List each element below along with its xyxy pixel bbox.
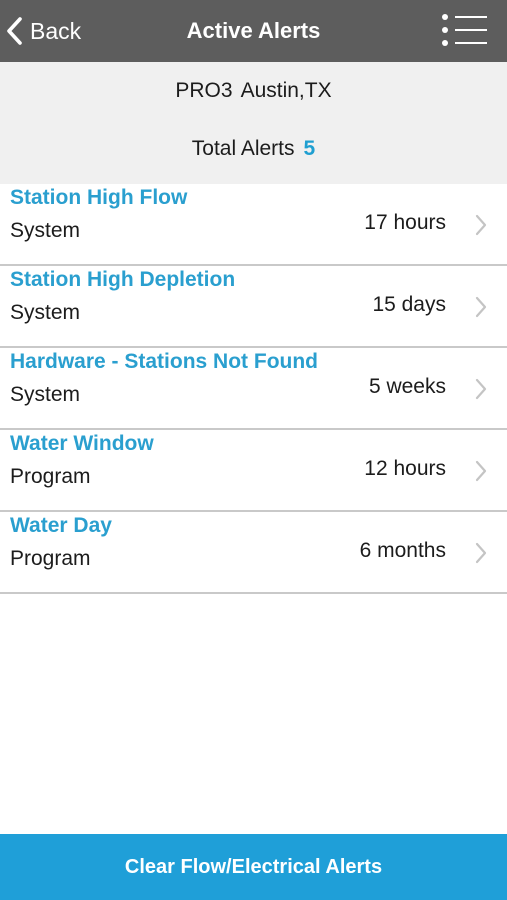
alert-title: Water Day xyxy=(10,514,112,537)
alert-category: System xyxy=(10,301,81,324)
alert-list: Station High Flow System 17 hours Statio… xyxy=(0,184,507,594)
total-alerts-label: Total Alerts xyxy=(191,137,295,160)
alert-category: System xyxy=(10,219,81,242)
total-alerts-line: Total Alerts 5 xyxy=(0,134,507,164)
alert-category: Program xyxy=(10,547,91,570)
alerts-summary: PRO3 Austin,TX Total Alerts 5 xyxy=(0,62,507,184)
alert-age: 15 days xyxy=(372,293,446,316)
menu-button[interactable] xyxy=(441,13,489,49)
back-label: Back xyxy=(30,17,82,44)
controller-location: Austin,TX xyxy=(240,79,332,102)
total-alerts-count: 5 xyxy=(303,137,316,160)
alert-category: System xyxy=(10,383,81,406)
alert-age: 17 hours xyxy=(364,211,446,234)
alert-title: Hardware - Stations Not Found xyxy=(10,350,319,373)
chevron-right-icon xyxy=(475,378,487,400)
alert-row[interactable]: Water Day Program 6 months xyxy=(0,512,507,594)
alert-age: 12 hours xyxy=(364,457,446,480)
alert-row[interactable]: Water Window Program 12 hours xyxy=(0,430,507,512)
controller-name: PRO3 xyxy=(175,79,233,102)
chevron-right-icon xyxy=(475,542,487,564)
alert-title: Water Window xyxy=(10,432,154,455)
back-button[interactable]: Back xyxy=(6,0,81,62)
alert-category: Program xyxy=(10,465,91,488)
chevron-right-icon xyxy=(475,214,487,236)
chevron-right-icon xyxy=(475,296,487,318)
alert-row[interactable]: Station High Depletion System 15 days xyxy=(0,266,507,348)
navigation-bar: Back Active Alerts xyxy=(0,0,507,62)
alert-age: 5 weeks xyxy=(368,375,446,398)
alert-age: 6 months xyxy=(359,539,446,562)
alert-title: Station High Flow xyxy=(10,186,188,209)
active-alerts-screen: Back Active Alerts PRO3 Austin,TX Total … xyxy=(0,0,507,900)
alert-title: Station High Depletion xyxy=(10,268,236,291)
chevron-right-icon xyxy=(475,460,487,482)
list-menu-icon xyxy=(442,14,487,46)
clear-alerts-button[interactable]: Clear Flow/Electrical Alerts xyxy=(0,834,507,900)
controller-line: PRO3 Austin,TX xyxy=(0,76,507,106)
alert-row[interactable]: Station High Flow System 17 hours xyxy=(0,184,507,266)
alert-row[interactable]: Hardware - Stations Not Found System 5 w… xyxy=(0,348,507,430)
chevron-left-icon xyxy=(7,17,22,45)
